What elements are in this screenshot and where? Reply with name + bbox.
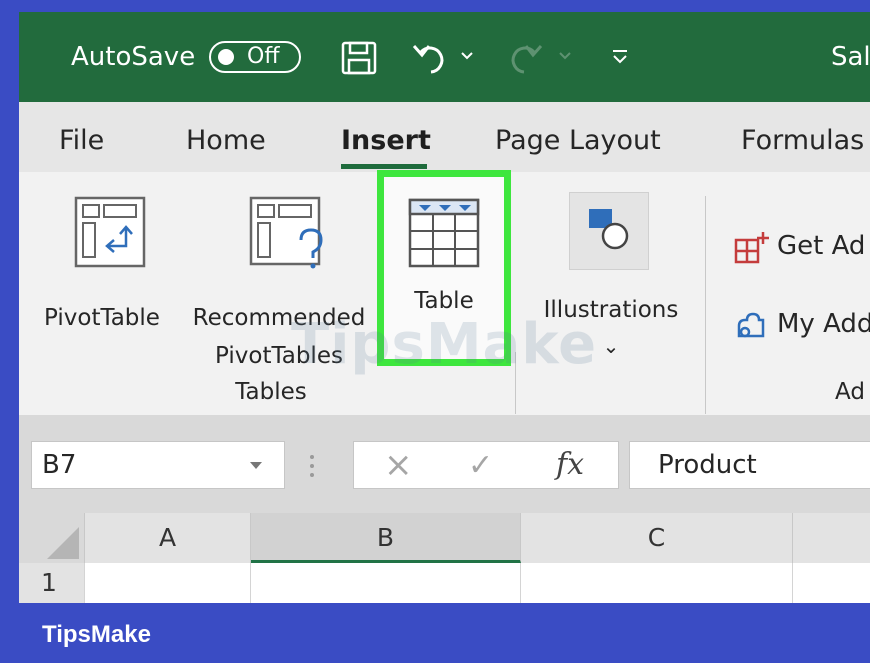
- cell-d1[interactable]: [793, 563, 870, 603]
- title-bar: AutoSave Off Sal: [19, 12, 870, 102]
- formula-bar: B7 × ✓ fx Product: [19, 415, 870, 513]
- select-all-triangle-icon: [47, 527, 79, 559]
- excel-window: AutoSave Off Sal File Home Insert Page L…: [19, 12, 870, 603]
- get-addins-button[interactable]: Get Ad: [729, 228, 870, 268]
- customize-qat-icon[interactable]: [609, 46, 631, 68]
- tab-insert[interactable]: Insert: [341, 124, 431, 158]
- row-header-1[interactable]: 1: [19, 563, 85, 603]
- pivottable-label: PivotTable: [44, 305, 160, 331]
- footer-bar: TipsMake: [0, 603, 870, 663]
- toggle-knob: [218, 49, 234, 65]
- enter-icon[interactable]: ✓: [468, 447, 493, 485]
- column-header-d[interactable]: [793, 513, 870, 563]
- autosave-toggle[interactable]: Off: [209, 41, 301, 73]
- my-addins-label: My Add: [777, 309, 870, 339]
- splitter-icon[interactable]: [309, 453, 315, 479]
- formula-input[interactable]: Product: [629, 441, 870, 489]
- watermark: TipsMake: [291, 312, 598, 377]
- group-label-tables: Tables: [235, 379, 307, 405]
- group-label-addins: Ad: [835, 379, 865, 405]
- worksheet-grid: A B C 1: [19, 513, 870, 603]
- table-label: Table: [414, 288, 474, 314]
- get-addins-label: Get Ad: [777, 231, 866, 261]
- cell-b1[interactable]: [251, 563, 521, 603]
- file-name: Sal: [831, 42, 870, 72]
- name-box[interactable]: B7: [31, 441, 285, 489]
- pivottable-icon: [74, 196, 146, 268]
- shapes-icon: [589, 209, 629, 250]
- autosave-state: Off: [247, 44, 280, 69]
- tab-home[interactable]: Home: [186, 124, 266, 158]
- autosave-label: AutoSave: [71, 42, 196, 72]
- cell-a1[interactable]: [85, 563, 251, 603]
- pivottable-button[interactable]: PivotTable: [39, 192, 189, 331]
- cell-c1[interactable]: [521, 563, 793, 603]
- tab-file[interactable]: File: [59, 124, 104, 158]
- column-header-b[interactable]: B: [251, 513, 521, 563]
- column-header-c[interactable]: C: [521, 513, 793, 563]
- formula-content: Product: [658, 450, 757, 480]
- tab-page-layout[interactable]: Page Layout: [495, 124, 661, 158]
- name-box-dropdown-icon[interactable]: [248, 460, 264, 472]
- active-tab-indicator: [341, 164, 427, 169]
- undo-icon[interactable]: [411, 38, 451, 76]
- select-all-button[interactable]: [19, 513, 85, 563]
- recommended-pivottables-icon: [249, 196, 323, 269]
- redo-icon: [511, 45, 543, 74]
- insert-function-icon[interactable]: fx: [556, 447, 584, 483]
- redo-dropdown-icon: [559, 52, 571, 60]
- my-addins-button[interactable]: My Add: [729, 306, 870, 346]
- footer-brand: TipsMake: [42, 621, 151, 648]
- save-icon[interactable]: [340, 40, 378, 76]
- column-header-a[interactable]: A: [85, 513, 251, 563]
- undo-dropdown-icon[interactable]: [459, 50, 475, 62]
- tab-formulas[interactable]: Formulas: [741, 124, 864, 158]
- cancel-icon[interactable]: ×: [384, 446, 413, 484]
- name-box-value: B7: [42, 450, 77, 480]
- ribbon-tabs: File Home Insert Page Layout Formulas: [19, 102, 870, 172]
- formula-controls: × ✓ fx: [353, 441, 619, 489]
- store-icon: [734, 232, 769, 264]
- group-divider: [705, 196, 706, 414]
- table-icon: [408, 198, 480, 268]
- my-addins-icon: [737, 312, 765, 338]
